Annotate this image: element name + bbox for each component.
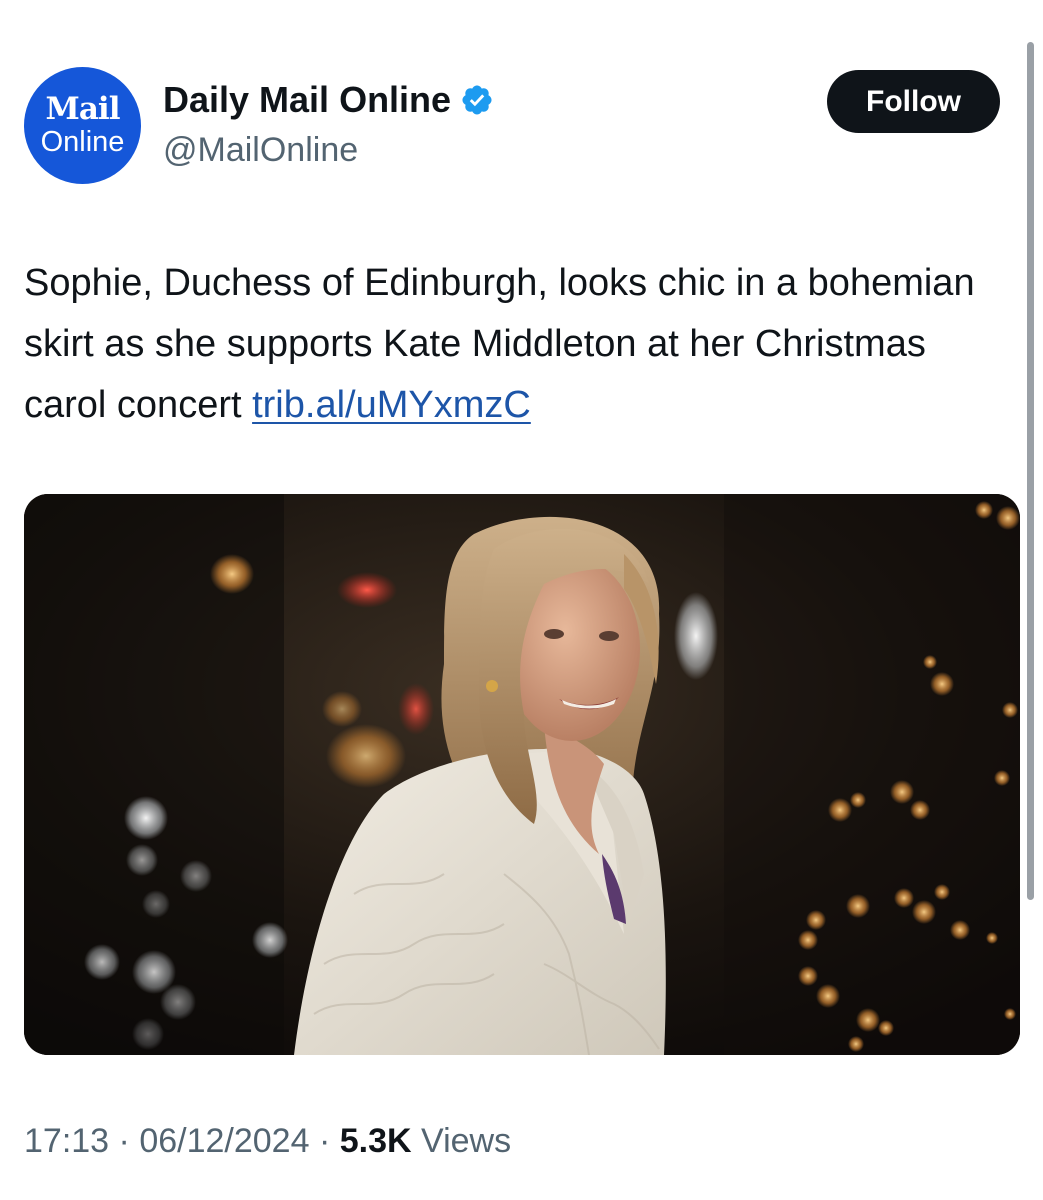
display-name-text: Daily Mail Online [163, 79, 452, 120]
scrollbar[interactable] [1027, 42, 1034, 900]
display-name[interactable]: Daily Mail Online [163, 79, 494, 121]
tweet-photo[interactable] [24, 494, 1020, 1055]
tweet-meta: 17:13 · 06/12/2024 · 5.3K Views [24, 1120, 511, 1162]
tweet-header: Mail Online Daily Mail Online @MailOnlin… [24, 67, 1000, 185]
views-label: Views [421, 1122, 512, 1160]
avatar-logo-online: Online [40, 126, 125, 158]
follow-button[interactable]: Follow [827, 70, 1000, 133]
verified-badge-icon [462, 85, 492, 115]
tweet-link[interactable]: trib.al/uMYxmzC [252, 384, 531, 426]
tweet-text: Sophie, Duchess of Edinburgh, looks chic… [24, 253, 999, 436]
meta-separator: · [318, 1122, 331, 1160]
photo-image [24, 494, 1020, 1055]
avatar-logo-mail: Mail [45, 91, 121, 127]
tweet-time[interactable]: 17:13 [24, 1122, 109, 1160]
views-count: 5.3K [339, 1122, 412, 1160]
account-handle[interactable]: @MailOnline [163, 130, 358, 170]
tweet-date[interactable]: 06/12/2024 [139, 1122, 309, 1160]
avatar[interactable]: Mail Online [24, 67, 141, 184]
meta-separator: · [118, 1122, 130, 1160]
